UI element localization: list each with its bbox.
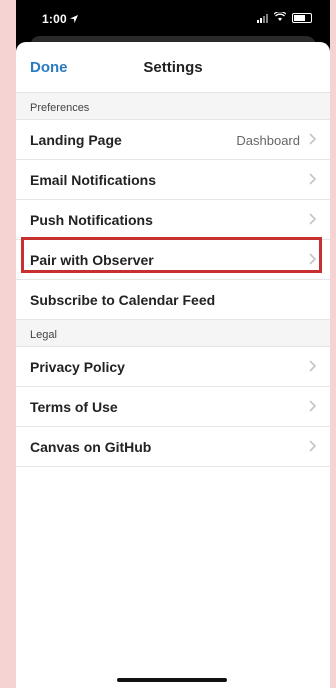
row-label: Email Notifications xyxy=(30,172,157,188)
chevron-right-icon xyxy=(309,253,316,265)
row-label: Canvas on GitHub xyxy=(30,439,152,455)
section-header-preferences: Preferences xyxy=(16,93,330,120)
page-title: Settings xyxy=(143,59,203,76)
row-label: Subscribe to Calendar Feed xyxy=(30,292,216,308)
chevron-right-icon xyxy=(309,440,316,452)
row-canvas-on-github[interactable]: Canvas on GitHub xyxy=(16,427,330,467)
battery-icon xyxy=(292,13,312,23)
chevron-right-icon xyxy=(309,360,316,372)
row-landing-page[interactable]: Landing Page Dashboard xyxy=(16,120,330,160)
chevron-right-icon xyxy=(309,400,316,412)
settings-sheet: Done Settings Preferences Landing Page D… xyxy=(16,42,330,688)
status-time: 1:00 xyxy=(42,12,79,26)
status-time-text: 1:00 xyxy=(42,12,67,26)
status-icons xyxy=(257,11,312,24)
chevron-right-icon xyxy=(309,213,316,225)
row-privacy-policy[interactable]: Privacy Policy xyxy=(16,347,330,387)
cellular-signal-icon xyxy=(257,13,268,23)
row-email-notifications[interactable]: Email Notifications xyxy=(16,160,330,200)
row-pair-with-observer[interactable]: Pair with Observer xyxy=(16,240,330,280)
row-label: Terms of Use xyxy=(30,399,118,415)
navigation-bar: Done Settings xyxy=(16,42,330,93)
row-label: Landing Page xyxy=(30,132,122,148)
row-value: Dashboard xyxy=(236,133,300,148)
row-label: Pair with Observer xyxy=(30,252,154,268)
phone-screen: 1:00 Done Settings Preferences Landing P… xyxy=(16,0,330,688)
wifi-icon xyxy=(273,11,287,24)
row-label: Push Notifications xyxy=(30,212,153,228)
chevron-right-icon xyxy=(309,133,316,145)
row-subscribe-calendar-feed[interactable]: Subscribe to Calendar Feed xyxy=(16,280,330,320)
location-arrow-icon xyxy=(70,12,79,26)
row-terms-of-use[interactable]: Terms of Use xyxy=(16,387,330,427)
status-bar: 1:00 xyxy=(16,0,330,40)
section-header-legal: Legal xyxy=(16,320,330,347)
row-label: Privacy Policy xyxy=(30,359,125,375)
chevron-right-icon xyxy=(309,173,316,185)
home-indicator[interactable] xyxy=(117,678,227,682)
row-push-notifications[interactable]: Push Notifications xyxy=(16,200,330,240)
